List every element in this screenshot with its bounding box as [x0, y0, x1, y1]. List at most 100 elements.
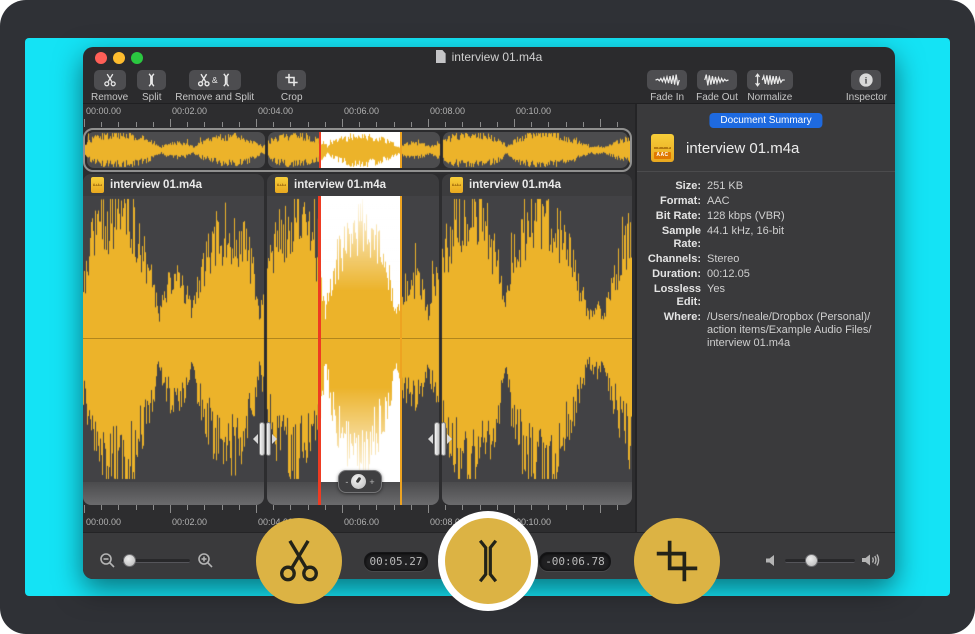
split-overlay-button[interactable]: [445, 518, 531, 604]
ruler-tick: [428, 505, 429, 513]
remove-and-split-button[interactable]: & Remove and Split: [175, 70, 254, 103]
ruler-tick: [531, 505, 532, 510]
ruler-tick: [204, 505, 205, 510]
clip-gain-knob[interactable]: -+: [338, 470, 382, 493]
scissors-icon: [101, 73, 119, 87]
ruler-label: 00:08.00: [430, 106, 465, 116]
inspector-button[interactable]: i Inspector: [846, 70, 887, 103]
timeline-ruler-bottom[interactable]: 00:00.00 00:02.00 00:04.00 00:06.00 00:0…: [83, 505, 632, 532]
split-button[interactable]: Split: [137, 70, 166, 103]
edit-area: 00:00.00 00:02.00 00:04.00 00:06.00 00:0…: [83, 104, 635, 532]
ruler-tick: [204, 122, 205, 127]
clip-header-2[interactable]: interview 01.m4a: [267, 174, 439, 196]
clip-footer-1: [83, 482, 264, 505]
ruler-tick: [600, 505, 601, 513]
volume-slider-track[interactable]: [785, 559, 855, 563]
ruler-tick: [308, 505, 309, 510]
metadata-row: Where:/Users/neale/Dropbox (Personal)/ a…: [637, 311, 887, 350]
crop-overlay-button[interactable]: [634, 518, 720, 604]
scissors-and-split-icon: &: [196, 73, 234, 87]
selection-highlight: [320, 196, 401, 291]
toolbar: Remove Split & Remove and Split Crop: [83, 68, 895, 104]
fade-in-button[interactable]: Fade In: [647, 70, 687, 103]
ruler-tick: [480, 505, 481, 510]
ruler-tick: [497, 505, 498, 510]
ruler-tick: [514, 505, 515, 513]
normalize-button[interactable]: Normalize: [747, 70, 793, 103]
ruler-tick: [514, 119, 515, 127]
ruler-tick: [290, 505, 291, 510]
ruler-label: 00:06.00: [344, 517, 379, 527]
selection-right-edge-handle[interactable]: [400, 196, 402, 505]
ruler-tick: [256, 505, 257, 513]
overview-selection-left-edge[interactable]: [319, 132, 321, 168]
metadata-row: Sample Rate:44.1 kHz, 16-bit: [637, 225, 887, 251]
desktop-background: interview 01.m4a Remove Split: [25, 38, 950, 596]
clip-panels: interview 01.m4a interview 01.m4a interv…: [83, 174, 632, 505]
clip-header-3[interactable]: interview 01.m4a: [442, 174, 632, 196]
ruler-tick: [566, 505, 567, 510]
divider: [637, 171, 895, 172]
selection-start-display[interactable]: 00:05.27: [364, 552, 428, 571]
selection-left-edge-handle[interactable]: [318, 196, 321, 505]
metadata-row: Duration:00:12.05: [637, 268, 887, 281]
metadata-row: Format:AAC: [637, 195, 887, 208]
tab-document-summary[interactable]: Document Summary: [709, 113, 822, 128]
file-summary-row: AAC interview 01.m4a: [651, 134, 799, 162]
clip-header-1[interactable]: interview 01.m4a: [83, 174, 264, 196]
ruler-label: 00:10.00: [516, 106, 551, 116]
ruler-tick: [445, 122, 446, 127]
handle-arrow-right-icon: [447, 434, 452, 444]
knob-icon[interactable]: [351, 474, 366, 489]
metadata-row: Lossless Edit:Yes: [637, 283, 887, 309]
svg-text:i: i: [865, 76, 868, 87]
ruler-tick: [617, 505, 618, 510]
ruler-tick: [170, 119, 171, 127]
ruler-label: 00:06.00: [344, 106, 379, 116]
zoom-slider-thumb[interactable]: [123, 554, 136, 567]
volume-min-icon[interactable]: [766, 554, 778, 567]
clip-title: interview 01.m4a: [294, 179, 386, 191]
gain-minus-label: -: [345, 477, 348, 487]
ruler-tick: [136, 505, 137, 510]
selection-remaining-display[interactable]: -00:06.78: [539, 552, 611, 571]
ruler-tick: [239, 122, 240, 127]
ruler-tick: [480, 122, 481, 127]
app-window: interview 01.m4a Remove Split: [83, 47, 895, 579]
split-handle-left[interactable]: [253, 419, 277, 459]
handle-arrow-left-icon: [253, 434, 258, 444]
ruler-tick: [359, 505, 360, 510]
ruler-tick: [428, 119, 429, 127]
cut-overlay-button[interactable]: [256, 518, 342, 604]
selection-highlight: [320, 387, 401, 482]
file-format-badge: AAC: [654, 152, 671, 159]
ruler-tick: [548, 505, 549, 510]
ruler-tick: [187, 122, 188, 127]
window-title-text: interview 01.m4a: [452, 50, 543, 64]
crop-button[interactable]: Crop: [277, 70, 306, 103]
file-metadata-fields: Size:251 KB Format:AAC Bit Rate:128 kbps…: [637, 180, 887, 352]
ruler-tick: [256, 119, 257, 127]
ruler-tick: [342, 505, 343, 513]
split-handle-right[interactable]: [428, 419, 452, 459]
ruler-tick: [101, 505, 102, 510]
volume-slider-thumb[interactable]: [805, 554, 818, 567]
ruler-tick: [273, 505, 274, 510]
ruler-tick: [376, 505, 377, 510]
fade-out-button[interactable]: Fade Out: [696, 70, 738, 103]
clip-footer-3: [442, 482, 632, 505]
timeline-ruler-top[interactable]: 00:00.00 00:02.00 00:04.00 00:06.00 00:0…: [83, 104, 632, 127]
ruler-tick: [273, 122, 274, 127]
volume-max-icon[interactable]: [862, 553, 880, 567]
overview-selection-right-edge[interactable]: [400, 132, 402, 168]
fade-out-icon: [704, 73, 730, 87]
remove-button[interactable]: Remove: [91, 70, 128, 103]
zoom-in-icon[interactable]: [197, 552, 214, 569]
ruler-tick: [222, 505, 223, 510]
ruler-tick: [239, 505, 240, 510]
device-frame: interview 01.m4a Remove Split: [0, 0, 975, 634]
scissors-icon: [275, 537, 323, 585]
ruler-tick: [187, 505, 188, 510]
zoom-out-icon[interactable]: [99, 552, 116, 569]
overview-strip[interactable]: [83, 128, 632, 172]
